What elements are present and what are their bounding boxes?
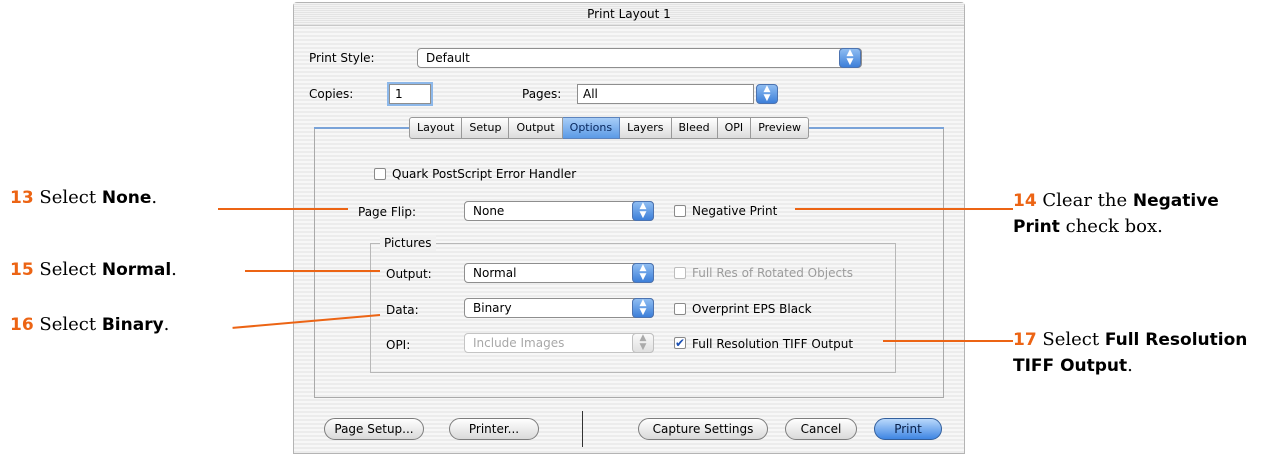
data-label: Data:: [386, 303, 419, 317]
tab-preview[interactable]: Preview: [751, 117, 810, 139]
annotation-16-text: Select: [39, 314, 102, 335]
tab-options[interactable]: Options: [562, 117, 621, 139]
step-number-14: 14: [1013, 191, 1037, 211]
full-res-rotated-checkbox: [674, 267, 686, 279]
tab-opi[interactable]: OPI: [717, 117, 752, 139]
annotation-17-suffix: .: [1127, 355, 1133, 376]
negative-print-label: Negative Print: [692, 204, 778, 218]
tab-bleed[interactable]: Bleed: [671, 117, 718, 139]
pages-field[interactable]: All: [577, 84, 754, 104]
annotation-14-bold-2: Print: [1013, 217, 1060, 237]
negative-print-checkbox[interactable]: [674, 205, 686, 217]
printer-button[interactable]: Printer...: [449, 418, 539, 440]
annotation-17-bold-1: Full Resolution: [1104, 330, 1248, 350]
copies-label: Copies:: [309, 87, 354, 101]
annotation-14-suffix: check box.: [1059, 216, 1163, 237]
output-value: Normal: [473, 266, 517, 280]
leader-line-15: [245, 270, 380, 272]
output-popup[interactable]: Normal: [464, 263, 654, 283]
opi-popup: Include Images: [464, 333, 654, 353]
opi-label: OPI:: [386, 338, 411, 352]
leader-line-17: [883, 340, 1013, 342]
opi-arrows-icon: ▲ ▼: [632, 333, 654, 353]
full-res-tiff-checkbox[interactable]: ✔: [674, 337, 686, 349]
copies-field[interactable]: 1: [389, 84, 431, 104]
page-flip-popup[interactable]: None: [464, 201, 654, 221]
annotation-16-suffix: .: [163, 314, 170, 335]
cancel-button[interactable]: Cancel: [785, 418, 857, 440]
checkmark-icon: ✔: [675, 336, 686, 350]
step-number-15: 15: [10, 260, 34, 280]
annotation-14: 14 Clear the Negative Print check box.: [1013, 188, 1219, 240]
annotation-15-text: Select: [39, 259, 102, 280]
annotation-16: 16 Select Binary.: [10, 312, 169, 338]
print-style-label: Print Style:: [309, 51, 375, 65]
print-button[interactable]: Print: [874, 418, 942, 440]
button-separator: [582, 411, 583, 447]
copies-value: 1: [395, 87, 403, 101]
data-value: Binary: [473, 301, 512, 315]
annotation-15: 15 Select Normal.: [10, 257, 177, 283]
annotation-13: 13 Select None.: [10, 185, 157, 211]
annotation-14-text: Clear the: [1042, 190, 1133, 211]
overprint-eps-checkbox[interactable]: [674, 303, 686, 315]
pages-label: Pages:: [522, 87, 562, 101]
tab-layout[interactable]: Layout: [409, 117, 463, 139]
tab-output[interactable]: Output: [509, 117, 563, 139]
leader-line-13: [218, 208, 348, 210]
annotation-17-text: Select: [1042, 329, 1105, 350]
annotation-17: 17 Select Full Resolution TIFF Output.: [1013, 327, 1247, 379]
overprint-eps-label: Overprint EPS Black: [692, 302, 812, 316]
data-popup[interactable]: Binary: [464, 298, 654, 318]
annotation-14-bold-1: Negative: [1132, 191, 1219, 211]
print-style-popup[interactable]: Default: [417, 48, 862, 68]
annotation-17-bold-2: TIFF Output: [1013, 356, 1128, 376]
error-handler-checkbox[interactable]: [374, 168, 386, 180]
page-flip-label: Page Flip:: [358, 205, 417, 219]
window-title: Print Layout 1: [294, 3, 964, 26]
step-number-13: 13: [10, 188, 34, 208]
print-dialog: Print Layout 1 Print Style: Default ▲ ▼ C…: [293, 2, 965, 454]
annotation-16-bold: Binary: [101, 315, 164, 335]
output-label: Output:: [386, 267, 432, 281]
annotation-15-bold: Normal: [101, 260, 172, 280]
leader-line-14: [795, 208, 1013, 210]
error-handler-label: Quark PostScript Error Handler: [392, 167, 577, 181]
page-setup-button[interactable]: Page Setup...: [324, 418, 424, 440]
page-flip-value: None: [473, 204, 505, 218]
print-style-arrows-icon[interactable]: ▲ ▼: [839, 48, 861, 68]
full-res-tiff-label: Full Resolution TIFF Output: [692, 337, 854, 351]
pages-arrows-icon[interactable]: ▲ ▼: [756, 84, 778, 104]
opi-value: Include Images: [473, 336, 565, 350]
annotation-13-text: Select: [39, 187, 102, 208]
data-arrows-icon[interactable]: ▲ ▼: [632, 298, 654, 318]
pages-value: All: [583, 87, 598, 101]
tab-bar: Layout Setup Output Options Layers Bleed…: [409, 117, 810, 139]
annotation-15-suffix: .: [171, 259, 177, 280]
tab-layers[interactable]: Layers: [620, 117, 672, 139]
step-number-17: 17: [1013, 330, 1037, 350]
pictures-group-label: Pictures: [380, 235, 436, 251]
output-arrows-icon[interactable]: ▲ ▼: [632, 263, 654, 283]
tab-setup[interactable]: Setup: [462, 117, 510, 139]
print-style-value: Default: [426, 51, 470, 65]
step-number-16: 16: [10, 315, 34, 335]
annotation-13-suffix: .: [151, 187, 158, 208]
annotation-13-bold: None: [101, 188, 152, 208]
page-flip-arrows-icon[interactable]: ▲ ▼: [632, 201, 654, 221]
capture-settings-button[interactable]: Capture Settings: [638, 418, 768, 440]
full-res-rotated-label: Full Res of Rotated Objects: [692, 266, 854, 280]
